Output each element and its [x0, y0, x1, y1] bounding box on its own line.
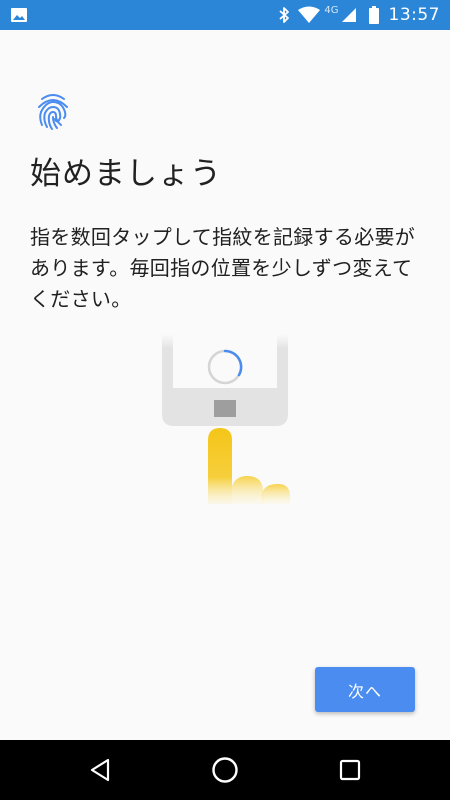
navigation-bar	[0, 740, 450, 800]
battery-icon	[368, 6, 379, 24]
recents-icon[interactable]	[320, 740, 380, 800]
back-icon[interactable]	[70, 740, 130, 800]
instructions-text: 指を数回タップして指紋を記録する必要があります。毎回指の位置を少しずつ変えてくだ…	[30, 225, 416, 311]
next-button[interactable]: 次へ	[315, 667, 415, 712]
page-title: 始めましょう	[30, 156, 222, 192]
fingerprint-icon	[36, 92, 70, 130]
clock: 13:57	[388, 5, 440, 25]
image-icon	[10, 6, 28, 24]
wifi-icon	[298, 6, 321, 24]
home-icon[interactable]	[195, 740, 255, 800]
finger-tap-illustration	[160, 334, 300, 504]
bluetooth-icon	[278, 6, 290, 24]
signal-icon	[341, 7, 357, 23]
network-type: 4G	[324, 4, 339, 16]
status-bar: 4G 13:57	[0, 0, 450, 30]
